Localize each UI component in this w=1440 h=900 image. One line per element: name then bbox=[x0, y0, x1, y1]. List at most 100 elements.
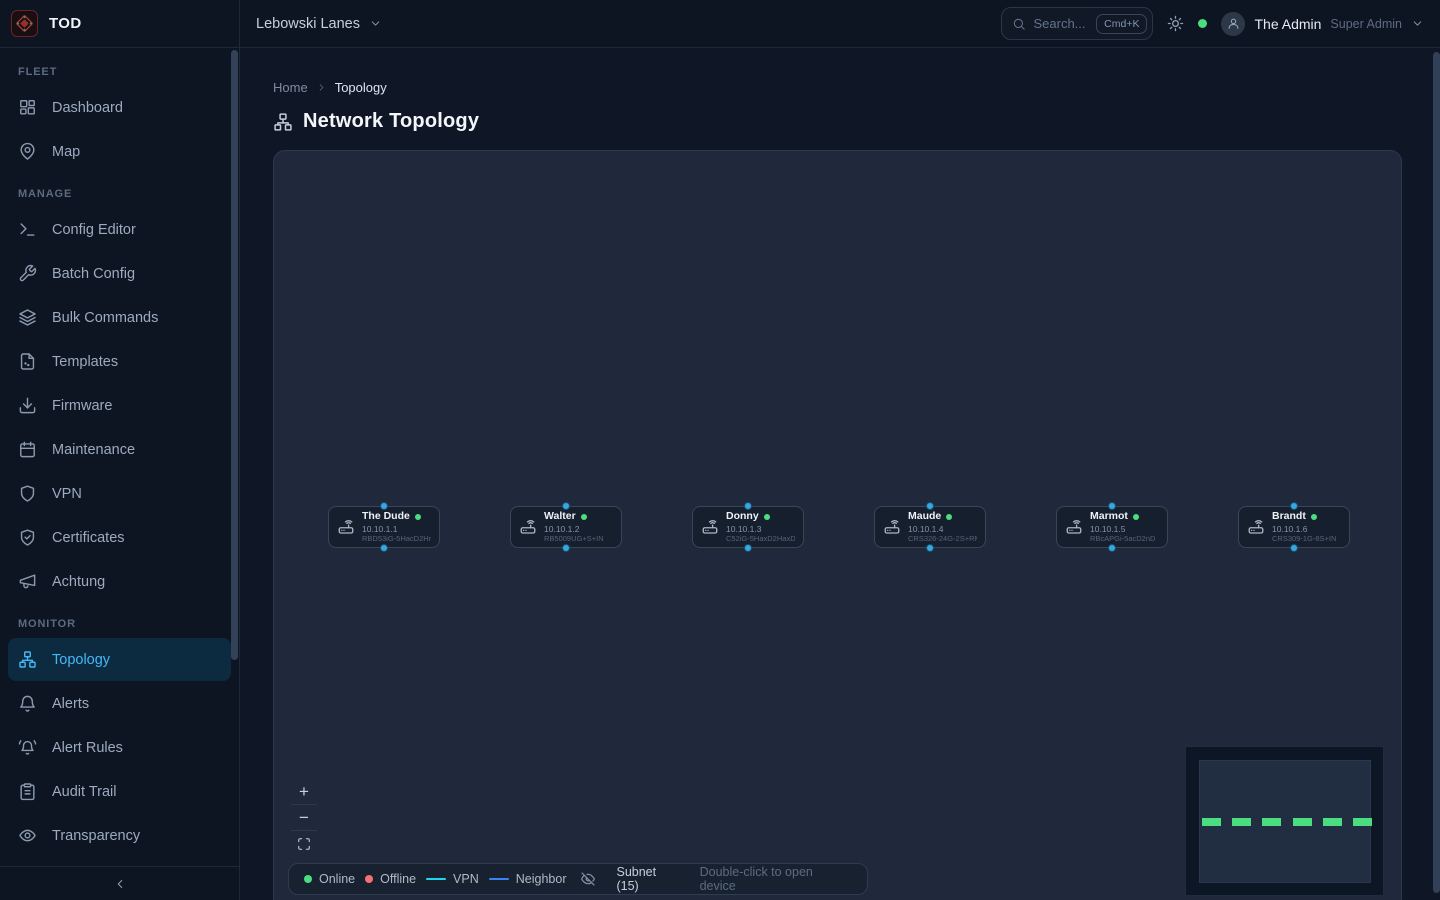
minimap[interactable] bbox=[1185, 746, 1384, 896]
app-window: TOD Lebowski Lanes Cmd+K The Admin bbox=[0, 0, 1440, 900]
bell-icon bbox=[18, 694, 37, 713]
chevron-down-icon bbox=[369, 17, 382, 30]
sun-icon bbox=[1167, 15, 1184, 32]
sidebar-item-config-editor[interactable]: Config Editor bbox=[8, 208, 231, 251]
fit-view-button[interactable] bbox=[291, 831, 317, 857]
theme-toggle-button[interactable] bbox=[1167, 15, 1184, 32]
vpn-line-swatch bbox=[426, 878, 446, 881]
sidebar-item-templates[interactable]: Templates bbox=[8, 340, 231, 383]
node-handle-top[interactable] bbox=[1108, 502, 1116, 510]
user-menu[interactable]: The Admin Super Admin bbox=[1221, 12, 1424, 36]
page-title: Network Topology bbox=[303, 110, 479, 133]
page-title-row: Network Topology bbox=[273, 110, 479, 133]
search-shortcut-chip: Cmd+K bbox=[1096, 14, 1147, 34]
search-icon bbox=[1012, 17, 1026, 31]
node-name: Walter bbox=[544, 510, 576, 523]
node-handle-top[interactable] bbox=[744, 502, 752, 510]
node-handle-top[interactable] bbox=[380, 502, 388, 510]
page-scrollbar[interactable] bbox=[1433, 52, 1440, 893]
org-switcher[interactable]: Lebowski Lanes bbox=[256, 16, 382, 32]
legend-online: Online bbox=[304, 872, 355, 886]
node-status-dot bbox=[415, 514, 421, 520]
sidebar-item-batch-config[interactable]: Batch Config bbox=[8, 252, 231, 295]
sidebar-item-firmware[interactable]: Firmware bbox=[8, 384, 231, 427]
neighbor-line-swatch bbox=[489, 878, 509, 881]
sidebar-section-monitor: MONITOR bbox=[8, 604, 231, 637]
sidebar-item-transparency[interactable]: Transparency bbox=[8, 814, 231, 857]
sidebar-scrollbar[interactable] bbox=[231, 50, 238, 660]
toggle-labels-button[interactable] bbox=[580, 871, 596, 887]
download-icon bbox=[18, 396, 37, 415]
router-icon bbox=[701, 518, 719, 536]
avatar bbox=[1221, 12, 1245, 36]
node-ip: 10.10.1.6 bbox=[1272, 524, 1336, 535]
topology-node-marmot[interactable]: Marmot 10.10.1.5 RBcAPGi-5acD2nD bbox=[1056, 506, 1168, 548]
sidebar-item-achtung[interactable]: Achtung bbox=[8, 560, 231, 603]
sidebar-item-label: Map bbox=[52, 144, 80, 160]
sidebar-item-label: Certificates bbox=[52, 530, 125, 546]
node-handle-bottom[interactable] bbox=[562, 544, 570, 552]
search-box[interactable]: Cmd+K bbox=[1001, 7, 1153, 40]
search-input[interactable] bbox=[1033, 16, 1089, 31]
sidebar-item-alert-rules[interactable]: Alert Rules bbox=[8, 726, 231, 769]
legend-vpn-label: VPN bbox=[453, 872, 479, 886]
topology-canvas[interactable]: The Dude 10.10.1.1 RBD53iG-5HacD2HnD Wal… bbox=[273, 150, 1402, 900]
node-handle-bottom[interactable] bbox=[744, 544, 752, 552]
dashboard-icon bbox=[18, 98, 37, 117]
node-status-dot bbox=[764, 514, 770, 520]
topbar-main: Lebowski Lanes Cmd+K The Admin Super Adm… bbox=[240, 0, 1440, 47]
layers-icon bbox=[18, 308, 37, 327]
node-handle-bottom[interactable] bbox=[1290, 544, 1298, 552]
sidebar-item-dashboard[interactable]: Dashboard bbox=[8, 86, 231, 129]
user-name: The Admin bbox=[1254, 16, 1321, 32]
sidebar-item-vpn[interactable]: VPN bbox=[8, 472, 231, 515]
minimap-viewport[interactable] bbox=[1199, 760, 1371, 883]
map-pin-icon bbox=[18, 142, 37, 161]
topology-node-walter[interactable]: Walter 10.10.1.2 RB5009UG+S+IN bbox=[510, 506, 622, 548]
node-handle-bottom[interactable] bbox=[1108, 544, 1116, 552]
node-handle-top[interactable] bbox=[1290, 502, 1298, 510]
legend-vpn: VPN bbox=[426, 872, 479, 886]
sidebar-item-certificates[interactable]: Certificates bbox=[8, 516, 231, 559]
sidebar-item-label: Topology bbox=[52, 652, 110, 668]
minimap-node bbox=[1293, 818, 1312, 826]
legend-subnet-label[interactable]: Subnet (15) bbox=[616, 865, 681, 893]
topology-node-brandt[interactable]: Brandt 10.10.1.6 CRS309-1G-8S+IN bbox=[1238, 506, 1350, 548]
node-handle-top[interactable] bbox=[926, 502, 934, 510]
node-name: Donny bbox=[726, 510, 759, 523]
sidebar-item-audit-trail[interactable]: Audit Trail bbox=[8, 770, 231, 813]
sidebar-item-map[interactable]: Map bbox=[8, 130, 231, 173]
breadcrumb-home[interactable]: Home bbox=[273, 80, 308, 95]
sidebar-item-label: Audit Trail bbox=[52, 784, 116, 800]
user-icon bbox=[1227, 17, 1240, 30]
sidebar-section-manage: MANAGE bbox=[8, 174, 231, 207]
eye-icon bbox=[18, 826, 37, 845]
sidebar-item-topology[interactable]: Topology bbox=[8, 638, 231, 681]
sidebar-item-maintenance[interactable]: Maintenance bbox=[8, 428, 231, 471]
topology-node-the-dude[interactable]: The Dude 10.10.1.1 RBD53iG-5HacD2HnD bbox=[328, 506, 440, 548]
zoom-out-button[interactable]: − bbox=[291, 805, 317, 831]
canvas-zoom-controls: + − bbox=[291, 779, 317, 857]
node-handle-top[interactable] bbox=[562, 502, 570, 510]
topology-node-donny[interactable]: Donny 10.10.1.3 C52iG-5HaxD2HaxD-US bbox=[692, 506, 804, 548]
sidebar-item-bulk-commands[interactable]: Bulk Commands bbox=[8, 296, 231, 339]
breadcrumb-current: Topology bbox=[335, 80, 387, 95]
breadcrumb: Home Topology bbox=[273, 80, 387, 95]
file-icon bbox=[18, 352, 37, 371]
sidebar-section-fleet: FLEET bbox=[8, 52, 231, 85]
calendar-icon bbox=[18, 440, 37, 459]
sidebar-item-alerts[interactable]: Alerts bbox=[8, 682, 231, 725]
node-handle-bottom[interactable] bbox=[380, 544, 388, 552]
sidebar-collapse-button[interactable] bbox=[0, 866, 239, 900]
chevron-right-icon bbox=[316, 82, 327, 93]
node-model: RBD53iG-5HacD2HnD bbox=[362, 534, 431, 543]
node-model: C52iG-5HaxD2HaxD-US bbox=[726, 534, 795, 543]
topology-node-maude[interactable]: Maude 10.10.1.4 CRS326-24G-2S+RM bbox=[874, 506, 986, 548]
zoom-in-button[interactable]: + bbox=[291, 779, 317, 805]
node-ip: 10.10.1.1 bbox=[362, 524, 431, 535]
legend-hint: Double-click to open device bbox=[700, 865, 852, 893]
node-ip: 10.10.1.3 bbox=[726, 524, 795, 535]
bell-ring-icon bbox=[18, 738, 37, 757]
node-handle-bottom[interactable] bbox=[926, 544, 934, 552]
node-ip: 10.10.1.4 bbox=[908, 524, 977, 535]
